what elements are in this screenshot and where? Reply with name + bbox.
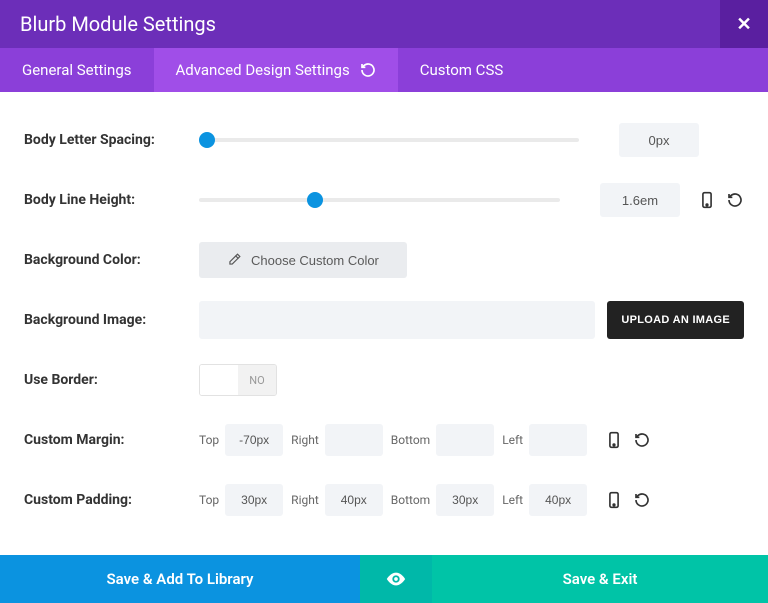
tab-custom-css[interactable]: Custom CSS: [398, 48, 526, 92]
use-border-toggle[interactable]: NO: [199, 364, 277, 396]
row-body-line-height: Body Line Height:: [24, 170, 744, 230]
padding-left-input[interactable]: [529, 484, 587, 516]
spacing-left-label: Left: [502, 493, 523, 507]
choose-color-button[interactable]: Choose Custom Color: [199, 242, 407, 278]
upload-image-button[interactable]: UPLOAD AN IMAGE: [607, 301, 744, 339]
slider-thumb[interactable]: [199, 132, 215, 148]
tab-advanced-design-settings[interactable]: Advanced Design Settings: [154, 48, 398, 92]
reset-icon[interactable]: [633, 431, 651, 449]
preview-button[interactable]: [360, 555, 432, 603]
responsive-icon[interactable]: [698, 191, 716, 209]
row-body-letter-spacing: Body Letter Spacing:: [24, 110, 744, 170]
spacing-top-label: Top: [199, 493, 219, 507]
toggle-yes[interactable]: [200, 365, 238, 395]
tab-label: General Settings: [22, 61, 132, 79]
label-background-image: Background Image:: [24, 312, 199, 328]
spacing-right-label: Right: [291, 433, 319, 447]
margin-top-input[interactable]: [225, 424, 283, 456]
slider-body-letter-spacing[interactable]: [199, 138, 579, 142]
spacing-top-label: Top: [199, 433, 219, 447]
label-body-line-height: Body Line Height:: [24, 192, 199, 208]
reset-icon[interactable]: [726, 191, 744, 209]
input-body-line-height[interactable]: [600, 183, 680, 217]
padding-top-input[interactable]: [225, 484, 283, 516]
spacing-bottom-label: Bottom: [391, 493, 430, 507]
eye-icon: [385, 568, 407, 590]
tab-label: Custom CSS: [420, 61, 504, 79]
margin-bottom-input[interactable]: [436, 424, 494, 456]
close-button[interactable]: ✕: [720, 0, 768, 48]
label-body-letter-spacing: Body Letter Spacing:: [24, 132, 199, 148]
save-and-exit-button[interactable]: Save & Exit: [432, 555, 768, 603]
choose-color-label: Choose Custom Color: [251, 253, 379, 268]
save-add-to-library-button[interactable]: Save & Add To Library: [0, 555, 360, 603]
spacing-left-label: Left: [502, 433, 523, 447]
row-background-color: Background Color: Choose Custom Color: [24, 230, 744, 290]
tabs-bar: General Settings Advanced Design Setting…: [0, 48, 768, 92]
background-image-input[interactable]: [199, 301, 595, 339]
modal-header: Blurb Module Settings ✕: [0, 0, 768, 48]
padding-bottom-input[interactable]: [436, 484, 494, 516]
margin-right-input[interactable]: [325, 424, 383, 456]
label-custom-padding: Custom Padding:: [24, 492, 199, 508]
padding-right-input[interactable]: [325, 484, 383, 516]
settings-body: Body Letter Spacing: Body Line Height:: [0, 92, 768, 555]
slider-thumb[interactable]: [307, 192, 323, 208]
responsive-icon[interactable]: [605, 431, 623, 449]
reset-icon[interactable]: [633, 491, 651, 509]
toggle-no[interactable]: NO: [238, 365, 276, 395]
responsive-icon[interactable]: [605, 491, 623, 509]
tab-general-settings[interactable]: General Settings: [0, 48, 154, 92]
input-body-letter-spacing[interactable]: [619, 123, 699, 157]
reset-icon: [360, 62, 376, 78]
label-custom-margin: Custom Margin:: [24, 432, 199, 448]
row-use-border: Use Border: NO: [24, 350, 744, 410]
label-use-border: Use Border:: [24, 372, 199, 388]
modal-footer: Save & Add To Library Save & Exit: [0, 555, 768, 603]
spacing-bottom-label: Bottom: [391, 433, 430, 447]
eyedropper-icon: [227, 253, 241, 267]
tab-label: Advanced Design Settings: [176, 61, 350, 79]
label-background-color: Background Color:: [24, 252, 199, 268]
margin-left-input[interactable]: [529, 424, 587, 456]
row-custom-padding: Custom Padding: Top Right Bottom: [24, 470, 744, 530]
modal-title: Blurb Module Settings: [0, 12, 720, 36]
row-custom-margin: Custom Margin: Top Right Bottom: [24, 410, 744, 470]
slider-body-line-height[interactable]: [199, 198, 560, 202]
row-background-image: Background Image: UPLOAD AN IMAGE: [24, 290, 744, 350]
spacing-right-label: Right: [291, 493, 319, 507]
